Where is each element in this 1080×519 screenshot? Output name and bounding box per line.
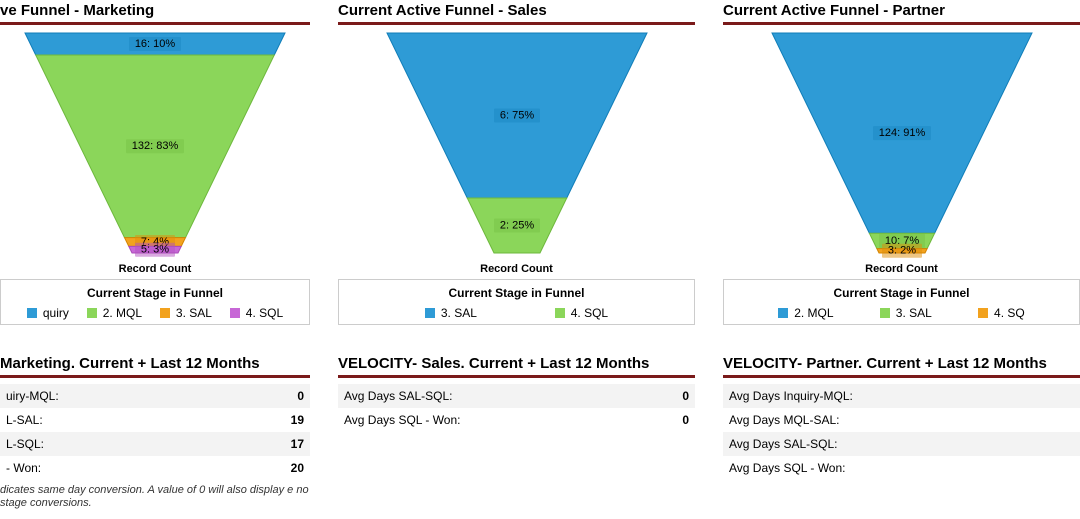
legend-swatch	[27, 308, 37, 318]
legend-swatch	[425, 308, 435, 318]
legend-label: 2. MQL	[103, 306, 142, 320]
velocity-card-sales: VELOCITY- Sales. Current + Last 12 Month…	[338, 353, 695, 510]
legend-label: 3. SAL	[441, 306, 477, 320]
metric-label: uiry-MQL:	[0, 384, 258, 408]
table-row: - Won:20	[0, 456, 310, 480]
legend-swatch	[87, 308, 97, 318]
legend-label: 2. MQL	[794, 306, 833, 320]
legend-item[interactable]: 3. SAL	[160, 306, 212, 320]
funnel-segment-label: 3: 2%	[887, 245, 915, 257]
velocity-card-marketing: Marketing. Current + Last 12 Months uiry…	[0, 353, 310, 510]
funnel-card-partner: Current Active Funnel - Partner 124: 91%…	[723, 0, 1080, 325]
legend-item[interactable]: 3. SAL	[425, 306, 477, 320]
metric-label: - Won:	[0, 456, 258, 480]
funnel-segment-label: 16: 10%	[135, 38, 176, 50]
legend-item[interactable]: 2. MQL	[778, 306, 833, 320]
metric-label: Avg Days Inquiry-MQL:	[723, 384, 1028, 408]
legend-swatch	[160, 308, 170, 318]
legend-swatch	[555, 308, 565, 318]
legend-label: quiry	[43, 306, 69, 320]
card-title: Marketing. Current + Last 12 Months	[0, 353, 310, 378]
legend-item[interactable]: 2. MQL	[87, 306, 142, 320]
card-title: Current Active Funnel - Sales	[338, 0, 695, 25]
table-row: L-SQL:17	[0, 432, 310, 456]
legend-label: 3. SAL	[896, 306, 932, 320]
axis-label: Record Count	[119, 263, 192, 275]
legend-label: 4. SQ	[994, 306, 1025, 320]
legend-swatch	[778, 308, 788, 318]
legend-item[interactable]: 4. SQL	[230, 306, 283, 320]
legend-swatch	[880, 308, 890, 318]
metric-label: L-SQL:	[0, 432, 258, 456]
table-row: Avg Days SAL-SQL:	[723, 432, 1080, 456]
legend-title: Current Stage in Funnel	[9, 286, 301, 300]
legend-item[interactable]: 4. SQL	[555, 306, 608, 320]
velocity-row: Marketing. Current + Last 12 Months uiry…	[0, 353, 1080, 510]
table-row: Avg Days SQL - Won:	[723, 456, 1080, 480]
legend: Current Stage in Funnel 2. MQL 3. SAL 4. S…	[723, 279, 1080, 325]
velocity-table: Avg Days Inquiry-MQL:Avg Days MQL-SAL:Av…	[723, 384, 1080, 480]
axis-label: Record Count	[865, 263, 938, 275]
table-row: uiry-MQL:0	[0, 384, 310, 408]
table-row: Avg Days Inquiry-MQL:	[723, 384, 1080, 408]
velocity-card-partner: VELOCITY- Partner. Current + Last 12 Mon…	[723, 353, 1080, 510]
table-row: Avg Days MQL-SAL:	[723, 408, 1080, 432]
metric-label: Avg Days SAL-SQL:	[723, 432, 1028, 456]
metric-label: Avg Days SAL-SQL:	[338, 384, 643, 408]
funnel-chart-marketing[interactable]: 16: 10%132: 83%7: 4%5: 3%	[5, 31, 305, 261]
legend-label: 3. SAL	[176, 306, 212, 320]
table-row: Avg Days SQL - Won:0	[338, 408, 695, 432]
legend-items: quiry 2. MQL 3. SAL 4. SQL	[9, 306, 301, 320]
card-title: ve Funnel - Marketing	[0, 0, 310, 25]
legend: Current Stage in Funnel quiry 2. MQL 3. SA…	[0, 279, 310, 325]
velocity-table: uiry-MQL:0L-SAL:19L-SQL:17- Won:20	[0, 384, 310, 480]
funnel-card-sales: Current Active Funnel - Sales 6: 75% 2: 2…	[338, 0, 695, 325]
funnel-chart-sales[interactable]: 6: 75% 2: 25%	[367, 31, 667, 261]
metric-value	[1028, 456, 1080, 480]
metric-value: 0	[643, 408, 695, 432]
legend-title: Current Stage in Funnel	[347, 286, 686, 300]
table-row: Avg Days SAL-SQL:0	[338, 384, 695, 408]
funnel-segment-label: 132: 83%	[132, 140, 179, 152]
metric-label: Avg Days SQL - Won:	[338, 408, 643, 432]
metric-value: 0	[258, 384, 310, 408]
metric-label: Avg Days SQL - Won:	[723, 456, 1028, 480]
legend: Current Stage in Funnel 3. SAL 4. SQL	[338, 279, 695, 325]
funnel-segment-label: 124: 91%	[878, 127, 925, 139]
card-title: VELOCITY- Sales. Current + Last 12 Month…	[338, 353, 695, 378]
legend-item[interactable]: 3. SAL	[880, 306, 932, 320]
legend-swatch	[230, 308, 240, 318]
card-title: Current Active Funnel - Partner	[723, 0, 1080, 25]
metric-value	[1028, 384, 1080, 408]
metric-label: Avg Days MQL-SAL:	[723, 408, 1028, 432]
legend-swatch	[978, 308, 988, 318]
metric-value: 17	[258, 432, 310, 456]
funnel-segment-label: 5: 3%	[141, 244, 169, 256]
legend-item[interactable]: quiry	[27, 306, 69, 320]
funnel-segment-label: 2: 25%	[499, 219, 533, 231]
metric-value: 19	[258, 408, 310, 432]
metric-label: L-SAL:	[0, 408, 258, 432]
velocity-table: Avg Days SAL-SQL:0Avg Days SQL - Won:0	[338, 384, 695, 432]
velocity-footnote: dicates same day conversion. A value of …	[0, 484, 310, 510]
axis-label: Record Count	[480, 263, 553, 275]
funnel-chart-partner[interactable]: 124: 91%10: 7%3: 2%	[752, 31, 1052, 261]
legend-item[interactable]: 4. SQ	[978, 306, 1025, 320]
card-title: VELOCITY- Partner. Current + Last 12 Mon…	[723, 353, 1080, 378]
metric-value: 0	[643, 384, 695, 408]
metric-value	[1028, 408, 1080, 432]
funnel-row: ve Funnel - Marketing 16: 10%132: 83%7: …	[0, 0, 1080, 325]
funnel-segment-label: 6: 75%	[499, 109, 533, 121]
legend-label: 4. SQL	[246, 306, 283, 320]
legend-items: 2. MQL 3. SAL 4. SQ	[732, 306, 1071, 320]
metric-value: 20	[258, 456, 310, 480]
metric-value	[1028, 432, 1080, 456]
legend-label: 4. SQL	[571, 306, 608, 320]
funnel-card-marketing: ve Funnel - Marketing 16: 10%132: 83%7: …	[0, 0, 310, 325]
legend-items: 3. SAL 4. SQL	[347, 306, 686, 320]
legend-title: Current Stage in Funnel	[732, 286, 1071, 300]
table-row: L-SAL:19	[0, 408, 310, 432]
